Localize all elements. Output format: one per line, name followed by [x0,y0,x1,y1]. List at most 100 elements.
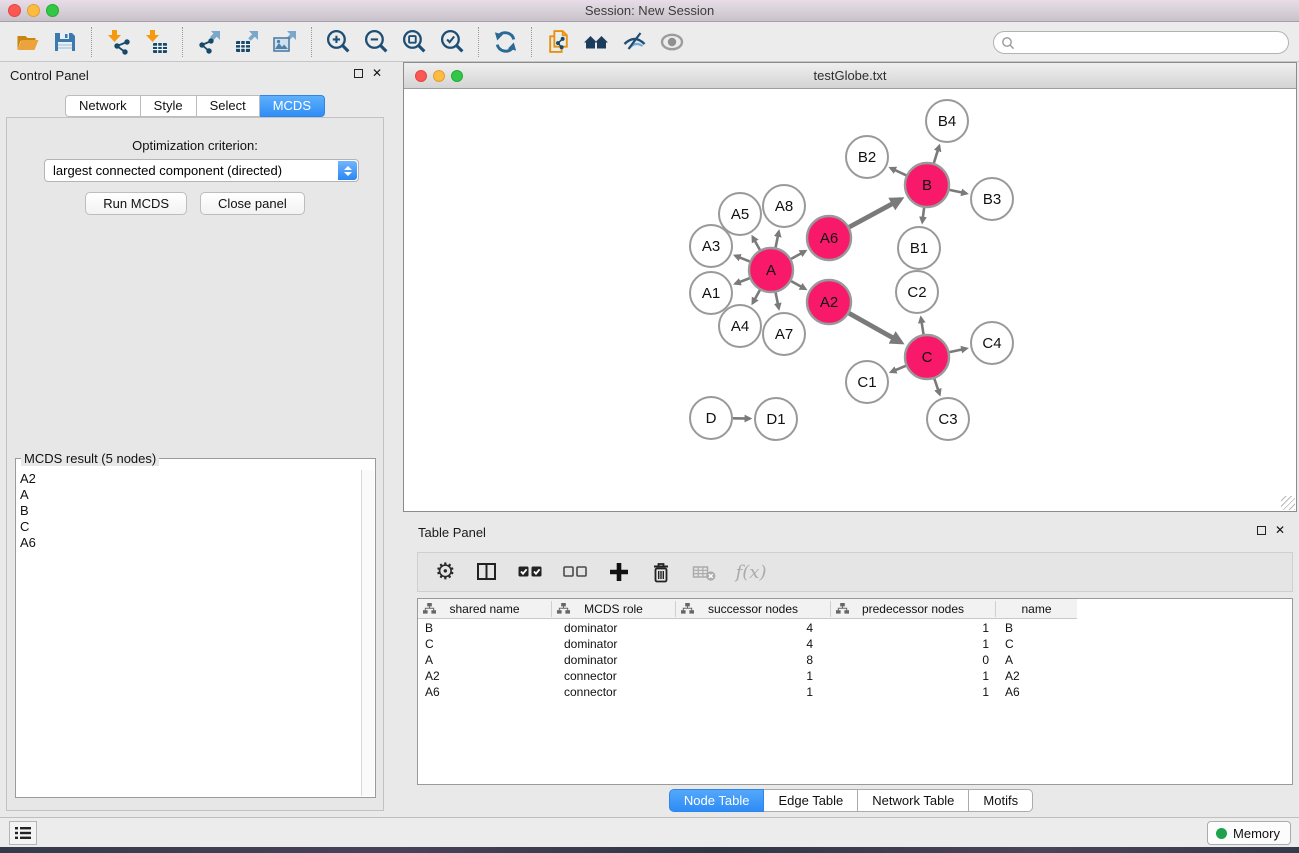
network-view-window: testGlobe.txt B4B2BB3A8A5A6A3B1AA1C2A2A4… [403,62,1297,512]
checked-boxes-icon [518,565,543,579]
table-row[interactable]: A dominator 8 0 A [418,652,1292,668]
zoom-fit-button[interactable] [395,24,433,60]
export-table-button[interactable] [228,24,266,60]
zoom-in-button[interactable] [319,24,357,60]
column-header-shared-name[interactable]: shared name [418,599,551,618]
graph-edge-A6-B[interactable] [849,199,900,227]
control-panel: Control Panel ✕ Network Style Select MCD… [0,62,390,817]
delete-table-button[interactable] [692,557,716,587]
task-history-button[interactable] [9,821,37,845]
close-panel-button[interactable]: Close panel [200,192,305,215]
zoom-out-button[interactable] [357,24,395,60]
graph-node-label-C3: C3 [938,411,957,428]
add-row-button[interactable] [608,557,630,587]
graph-edge-A-A4[interactable] [753,290,760,303]
search-input[interactable] [1019,35,1269,50]
tab-edge-table[interactable]: Edge Table [764,789,858,812]
zoom-selected-button[interactable] [433,24,471,60]
network-graph: B4B2BB3A8A5A6A3B1AA1C2A2A4A7C4CC1C3DD1 [404,89,1296,511]
refresh-view-button[interactable] [486,24,524,60]
list-item[interactable]: A6 [20,535,359,551]
table-row[interactable]: B dominator 4 1 B [418,620,1292,636]
select-all-button[interactable] [518,557,543,587]
float-panel-icon[interactable] [1257,526,1266,535]
open-file-button[interactable] [8,24,46,60]
tab-select[interactable]: Select [197,95,260,117]
resize-grip[interactable] [1281,496,1295,510]
delete-rows-button[interactable] [650,557,672,587]
graph-edge-B-B1[interactable] [922,208,924,222]
memory-status-icon [1216,828,1227,839]
tab-style[interactable]: Style [141,95,197,117]
clone-network-button[interactable] [539,24,577,60]
graph-edge-A-A8[interactable] [776,231,779,247]
home-layout-button[interactable] [577,24,615,60]
run-mcds-button[interactable]: Run MCDS [85,192,187,215]
graph-node-label-A5: A5 [731,206,749,223]
list-item[interactable]: C [20,519,359,535]
memory-button[interactable]: Memory [1207,821,1291,845]
graph-edge-A-A6[interactable] [791,251,805,259]
column-header-name[interactable]: name [996,599,1077,618]
tab-network-table[interactable]: Network Table [858,789,969,812]
column-settings-button[interactable]: ⚙ [435,557,456,587]
table-panel: Table Panel ✕ ⚙ [403,512,1299,817]
import-network-button[interactable] [99,24,137,60]
mcds-result-list[interactable]: A2 A B C A6 [20,471,359,793]
network-window-title-bar[interactable]: testGlobe.txt [404,63,1296,89]
control-panel-header: Control Panel ✕ [0,62,390,88]
graph-edge-A-A1[interactable] [735,278,749,283]
tab-mcds[interactable]: MCDS [260,95,325,117]
memory-label: Memory [1233,826,1280,841]
graph-edge-A-A7[interactable] [776,293,779,309]
tab-node-table[interactable]: Node Table [669,789,765,812]
deselect-all-button[interactable] [563,557,588,587]
export-network-button[interactable] [190,24,228,60]
graph-edge-C-C4[interactable] [949,348,966,352]
close-panel-icon[interactable]: ✕ [372,68,382,78]
main-toolbar [0,22,1299,62]
graph-edge-B-B2[interactable] [891,168,907,175]
list-item[interactable]: B [20,503,359,519]
open-folder-icon [14,29,41,55]
table-row[interactable]: A6 connector 1 1 A6 [418,684,1292,700]
tab-motifs[interactable]: Motifs [969,789,1033,812]
graph-edge-B-B4[interactable] [934,146,939,163]
graph-edge-B-B3[interactable] [949,190,966,194]
search-box[interactable] [993,31,1289,54]
export-image-button[interactable] [266,24,304,60]
graph-edge-A-A5[interactable] [753,237,760,250]
close-panel-icon[interactable]: ✕ [1275,525,1285,535]
import-table-button[interactable] [137,24,175,60]
save-session-button[interactable] [46,24,84,60]
criterion-dropdown[interactable]: largest connected component (directed) [44,159,359,182]
graph-edge-C-C3[interactable] [934,379,939,395]
column-header-successor-nodes[interactable]: successor nodes [676,599,830,618]
graph-node-label-A7: A7 [775,326,793,343]
graph-edge-A-A2[interactable] [791,281,805,289]
graph-edge-C-C1[interactable] [891,366,906,372]
column-header-predecessor-nodes[interactable]: predecessor nodes [831,599,995,618]
graph-edge-A-A3[interactable] [735,256,750,262]
graph-edge-A2-C[interactable] [849,313,901,342]
table-row[interactable]: A2 connector 1 1 A2 [418,668,1292,684]
graph-node-label-C4: C4 [982,335,1001,352]
table-row[interactable]: C dominator 4 1 C [418,636,1292,652]
tab-network[interactable]: Network [65,95,141,117]
graph-node-label-A2: A2 [820,294,838,311]
list-icon [15,826,31,840]
float-panel-icon[interactable] [354,69,363,78]
graph-node-label-A: A [766,262,776,279]
plus-icon [608,561,630,583]
result-scrollbar[interactable] [361,470,374,796]
show-eye-button[interactable] [653,24,691,60]
graph-edge-C-C2[interactable] [921,318,924,335]
list-item[interactable]: A [20,487,359,503]
column-header-mcds-role[interactable]: MCDS role [552,599,675,618]
network-canvas[interactable]: B4B2BB3A8A5A6A3B1AA1C2A2A4A7C4CC1C3DD1 [404,89,1296,511]
show-columns-button[interactable] [476,557,498,587]
function-builder-button[interactable]: f(x) [736,557,767,587]
list-item[interactable]: A2 [20,471,359,487]
toolbar-separator [182,27,183,57]
hide-panels-button[interactable] [615,24,653,60]
